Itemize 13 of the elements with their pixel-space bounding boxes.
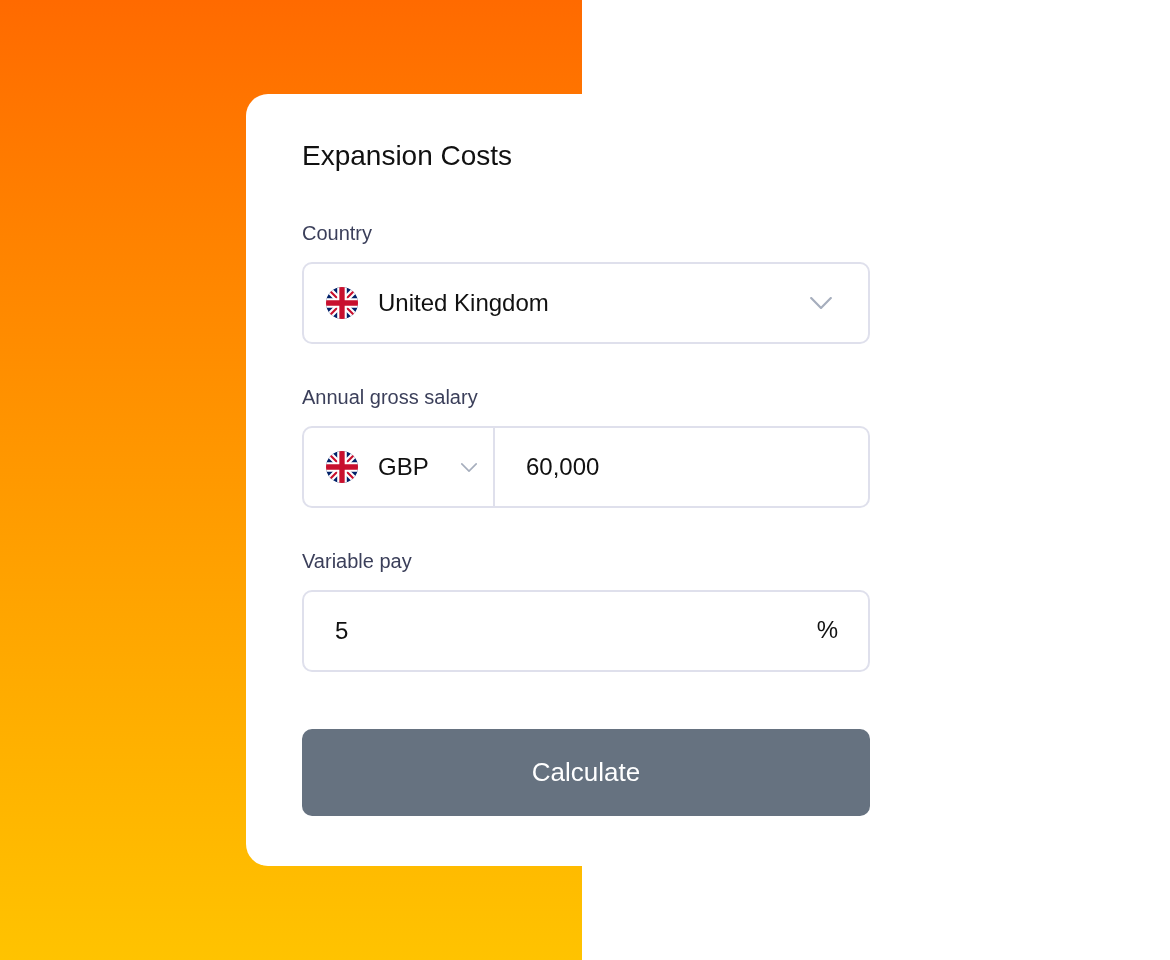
field-label: Annual gross salary [302, 385, 479, 410]
chevron-down-icon [461, 462, 477, 472]
card-title: Expansion Costs [302, 139, 514, 173]
flag-icon [326, 451, 358, 483]
flag-icon [326, 287, 358, 319]
calculate-button[interactable]: Calculate [302, 729, 870, 816]
currency-select[interactable]: GBP [302, 426, 495, 508]
salary-input[interactable]: 60,000 [495, 426, 870, 508]
field-label: Country [302, 221, 374, 246]
chevron-down-icon [810, 297, 832, 309]
field-label: Variable pay [302, 549, 413, 574]
country-select[interactable]: United Kingdom [302, 262, 870, 344]
percent-suffix: % [816, 615, 838, 645]
